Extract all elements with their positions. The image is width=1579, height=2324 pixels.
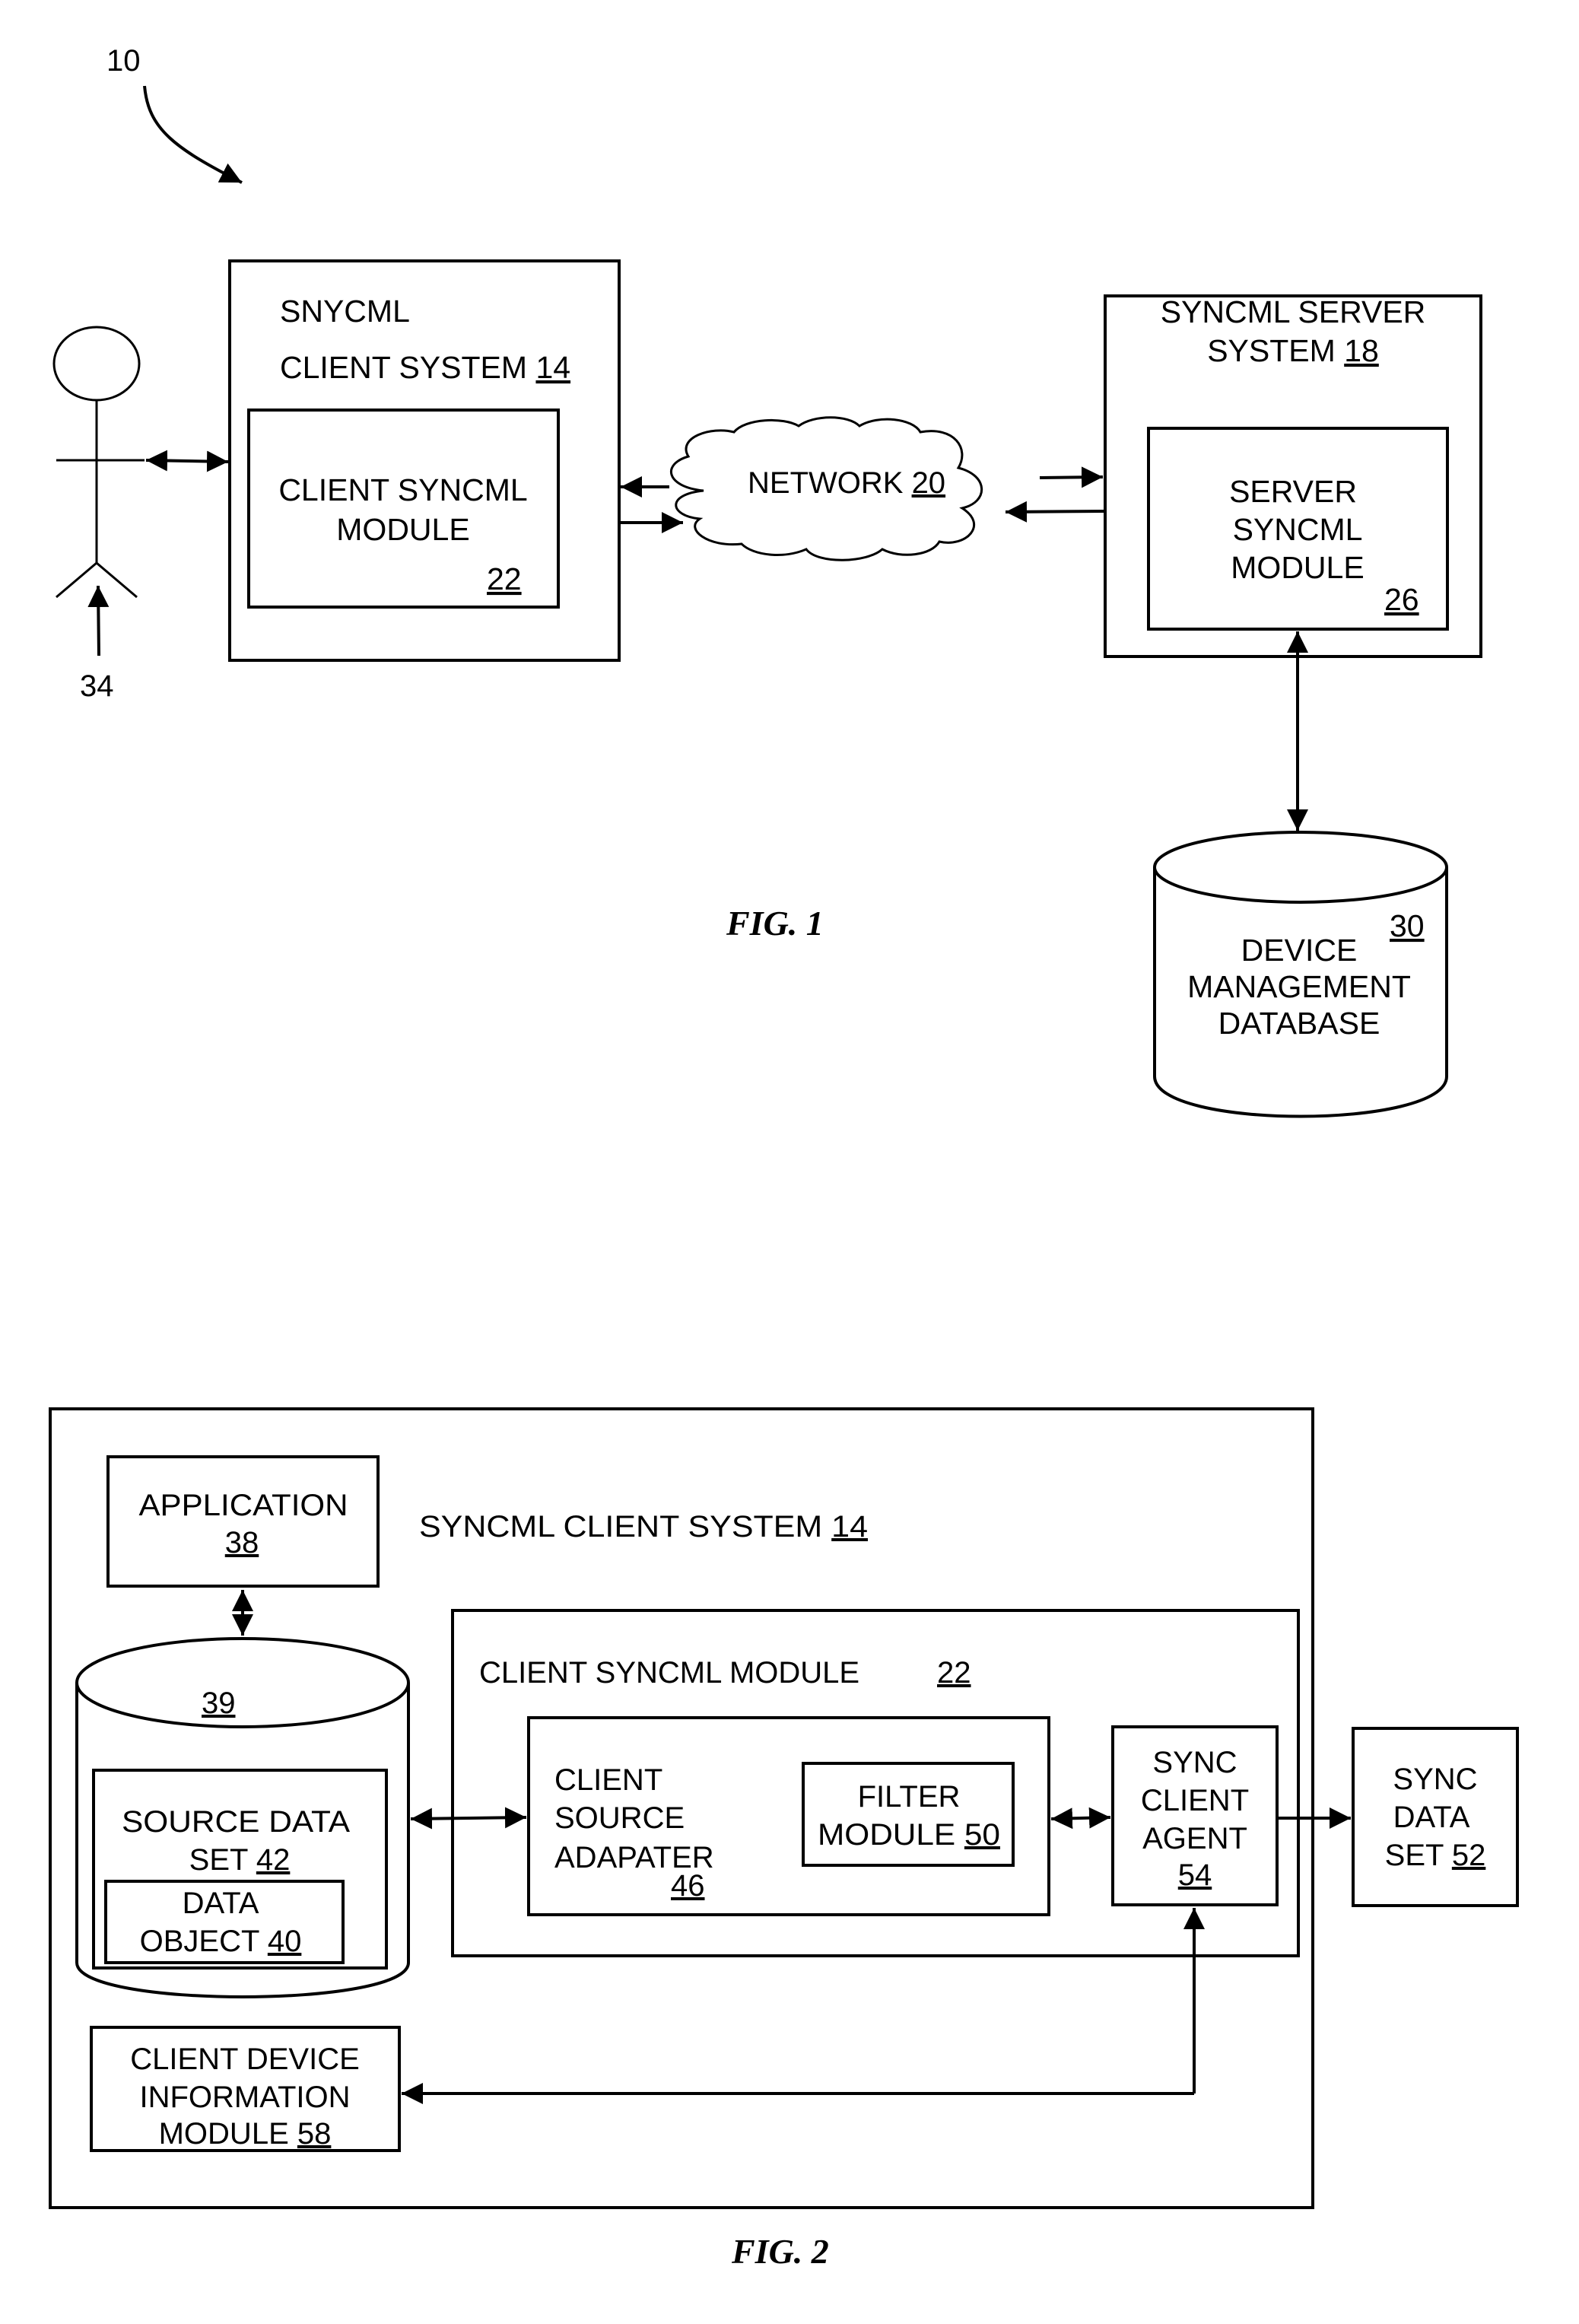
server-module-label-line3: MODULE — [1231, 550, 1364, 585]
network-label: NETWORK 20 — [748, 466, 945, 500]
source-data-set-label-line1: SOURCE DATA — [122, 1805, 350, 1839]
datastore-ref: 39 — [202, 1687, 236, 1720]
filter-module-ref: 50 — [964, 1818, 1000, 1852]
filter-module-label-line2: MODULE 50 — [818, 1818, 1000, 1852]
user-leg-right — [96, 561, 138, 599]
patent-drawing-sheet: 10 34 SNYCML CLIENT SYSTEM 14 CLIENT SYN… — [49, 44, 1519, 2271]
sync-data-set-label-line3: SET 52 — [1385, 1839, 1486, 1872]
sync-data-set-ref: 52 — [1452, 1839, 1486, 1872]
user-ref-arrow — [87, 585, 110, 657]
sync-agent-label-line1: SYNC — [1152, 1746, 1237, 1779]
system-ref-label: 10 — [106, 44, 141, 78]
sync-data-set-label-line1: SYNC — [1393, 1763, 1477, 1796]
data-object-label-line2: OBJECT 40 — [140, 1925, 302, 1958]
server-module-label-line2: SYNCML — [1233, 512, 1363, 547]
user-leg-left — [56, 561, 97, 599]
application-label: APPLICATION — [139, 1489, 348, 1522]
client-module-label-line2: MODULE — [336, 512, 469, 547]
sync-agent-label-line2: CLIENT — [1141, 1784, 1249, 1817]
server-system-ref: 18 — [1344, 333, 1379, 368]
sync-agent-ref: 54 — [1178, 1858, 1212, 1892]
device-info-label-line1: CLIENT DEVICE — [130, 2043, 360, 2076]
user-actor — [52, 326, 145, 599]
client-module-ref: 22 — [937, 1656, 971, 1690]
database-label-line3: DATABASE — [1218, 1006, 1380, 1041]
client-system-title-line2: CLIENT SYSTEM 14 — [280, 350, 570, 385]
server-to-network-arrow — [1005, 501, 1105, 523]
client-module-ref: 22 — [487, 561, 522, 596]
client-module-label: CLIENT SYNCML MODULE — [479, 1656, 859, 1690]
sync-agent-label-line3: AGENT — [1142, 1822, 1247, 1855]
network-to-server-arrow — [1039, 466, 1104, 488]
device-management-database: 30 DEVICE MANAGEMENT DATABASE — [1153, 831, 1448, 1118]
client-system-ref: 14 — [535, 350, 570, 385]
database-label-line1: DEVICE — [1241, 933, 1358, 968]
network-ref: 20 — [912, 466, 946, 500]
database-ref: 30 — [1390, 908, 1425, 943]
sync-data-set-label-line2: DATA — [1393, 1801, 1470, 1834]
figure-1: 10 34 SNYCML CLIENT SYSTEM 14 CLIENT SYN… — [52, 44, 1482, 1118]
server-module-ref: 26 — [1384, 582, 1419, 617]
user-head — [52, 326, 141, 402]
source-data-set-ref: 42 — [256, 1843, 291, 1877]
server-module-label-line1: SERVER — [1229, 474, 1357, 509]
device-info-label-line3: MODULE 58 — [159, 2117, 332, 2151]
client-module-label-line1: CLIENT SYNCML — [278, 472, 527, 507]
server-system-title-line2: SYSTEM 18 — [1207, 333, 1379, 368]
source-data-set-label-line2: SET 42 — [189, 1843, 291, 1877]
adapter-agent-arrow — [1050, 1807, 1111, 1830]
source-adapter-ref: 46 — [671, 1869, 705, 1903]
source-adapter-label-line2: SOURCE — [554, 1801, 685, 1835]
user-ref-label: 34 — [80, 669, 114, 703]
server-system-title-line1: SYNCML SERVER — [1161, 294, 1426, 329]
datastore-cylinder-top — [75, 1637, 410, 1728]
client-system-ref: 14 — [831, 1510, 868, 1544]
datastore-adapter-arrow — [410, 1807, 527, 1830]
client-system-title: SYNCML CLIENT SYSTEM 14 — [419, 1510, 868, 1544]
application-ref: 38 — [225, 1526, 259, 1559]
user-client-arrow — [145, 450, 229, 472]
fig2-caption: FIG. 2 — [731, 2232, 829, 2271]
data-object-label-line1: DATA — [183, 1887, 259, 1920]
device-info-ref: 58 — [297, 2117, 332, 2151]
database-cylinder-top — [1153, 831, 1448, 904]
database-label-line2: MANAGEMENT — [1187, 969, 1411, 1004]
filter-module-label-line1: FILTER — [858, 1780, 961, 1814]
figure-2: SYNCML CLIENT SYSTEM 14 APPLICATION 38 3… — [49, 1407, 1519, 2271]
data-object-ref: 40 — [268, 1925, 302, 1958]
client-system-title-line1: SNYCML — [280, 294, 410, 329]
source-adapter-label-line1: CLIENT — [554, 1763, 662, 1797]
fig1-caption: FIG. 1 — [726, 904, 824, 943]
device-info-label-line2: INFORMATION — [139, 2081, 350, 2114]
system-ref-arrow — [143, 85, 243, 184]
